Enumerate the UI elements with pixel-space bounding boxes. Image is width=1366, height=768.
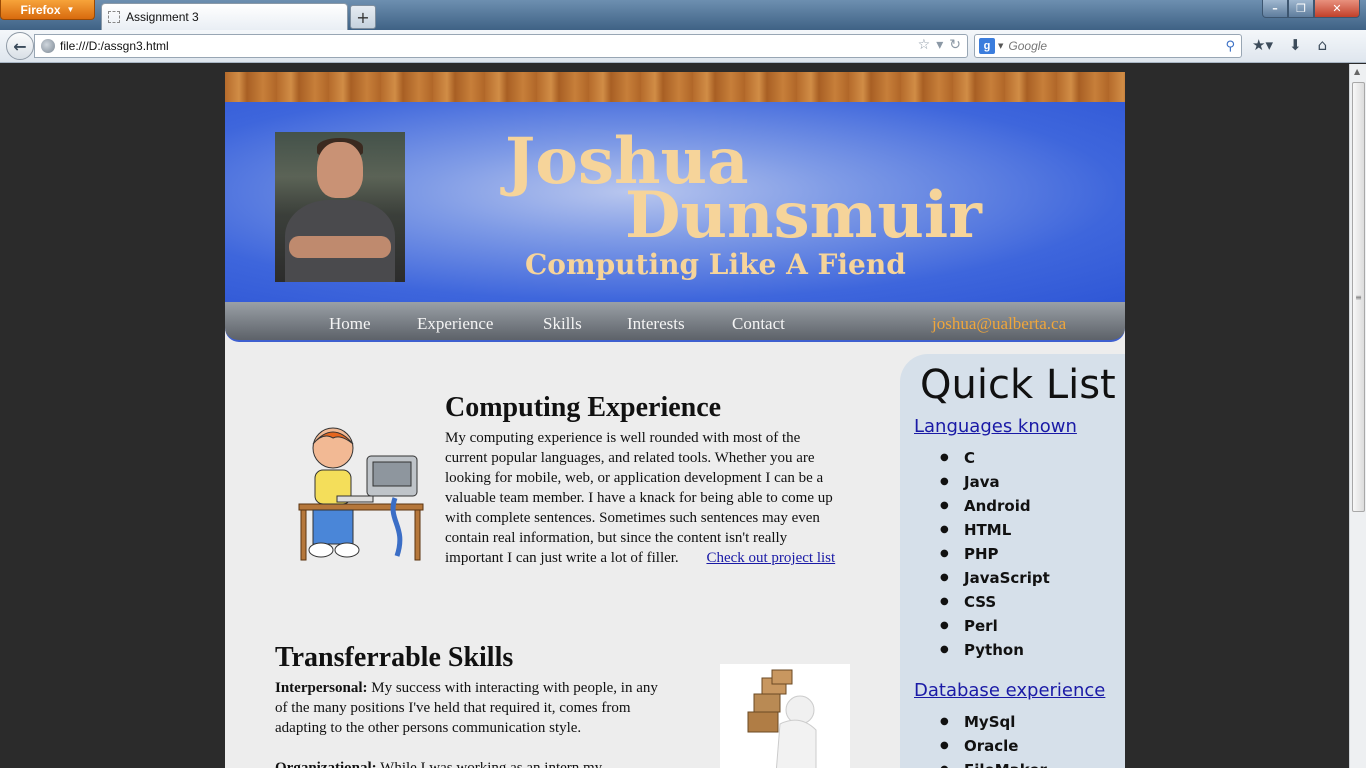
organizational-label: Organizational: [275,760,377,768]
list-item: C [940,446,1050,470]
list-item: JavaScript [940,566,1050,590]
new-tab-button[interactable]: + [350,5,376,29]
reload-icon[interactable]: ↻ [949,37,961,53]
carrying-boxes-illustration [720,664,850,768]
search-bar[interactable]: g ▼ Google ⚲ [974,34,1242,58]
search-placeholder: Google [1008,39,1048,53]
scrollbar-thumb[interactable]: ≡ [1352,82,1365,512]
list-item: CSS [940,590,1050,614]
minimize-icon[interactable]: – [1262,0,1288,18]
navigation-toolbar: ← file:///D:/assgn3.html ☆ ▾ ↻ g ▼ Googl… [0,30,1366,63]
maximize-icon[interactable]: ❐ [1288,0,1314,18]
tagline: Computing Like A Fiend [525,248,906,281]
list-item: FileMaker [940,758,1047,768]
title-bar: Firefox ▼ Assignment 3 + – ❐ ✕ [0,0,1366,30]
page-container: Joshua Dunsmuir Computing Like A Fiend H… [225,72,1125,768]
last-name: Dunsmuir [625,178,982,253]
menu-home[interactable]: Home [329,314,371,334]
menu-interests[interactable]: Interests [627,314,685,334]
wood-strip [225,72,1125,102]
address-bar[interactable]: file:///D:/assgn3.html ☆ ▾ ↻ [34,34,968,58]
globe-icon [41,39,55,53]
menu-experience[interactable]: Experience [417,314,493,334]
firefox-menu-label: Firefox [20,2,61,17]
back-button[interactable]: ← [6,32,34,60]
vertical-scrollbar[interactable]: ▲ ≡ [1349,64,1366,768]
site-menu: Home Experience Skills Interests Contact… [225,302,1125,342]
organizational-paragraph: Organizational: While I was working as a… [275,758,665,768]
experience-paragraph: My computing experience is well rounded … [445,428,845,568]
list-item: Python [940,638,1050,662]
list-item: Perl [940,614,1050,638]
page-icon [108,11,120,23]
email-link[interactable]: joshua@ualberta.ca [932,314,1066,334]
languages-link[interactable]: Languages known [914,416,1077,437]
home-icon[interactable]: ⌂ [1318,36,1328,54]
interpersonal-label: Interpersonal: [275,680,368,696]
list-item: Oracle [940,734,1047,758]
window-controls: – ❐ ✕ [1262,0,1360,18]
quick-list-title: Quick List [920,362,1116,408]
list-item: HTML [940,518,1050,542]
list-item: Android [940,494,1050,518]
url-text: file:///D:/assgn3.html [60,39,169,53]
project-list-link[interactable]: Check out project list [706,550,835,566]
close-icon[interactable]: ✕ [1314,0,1360,18]
experience-text: My computing experience is well rounded … [445,430,833,566]
profile-photo [275,132,405,282]
tab-title: Assignment 3 [126,10,199,24]
engine-dropdown-icon[interactable]: ▼ [998,42,1003,50]
list-item: MySql [940,710,1047,734]
quick-list-sidebar: Quick List Languages known C Java Androi… [900,354,1125,768]
search-icon[interactable]: ⚲ [1225,39,1235,54]
organizational-text: While I was working as an intern my [380,760,603,768]
browser-tab[interactable]: Assignment 3 [101,3,348,30]
firefox-menu-button[interactable]: Firefox ▼ [0,0,95,20]
kid-computer-illustration [298,427,424,561]
page-viewport: Joshua Dunsmuir Computing Like A Fiend H… [0,64,1349,768]
interpersonal-paragraph: Interpersonal: My success with interacti… [275,678,665,738]
database-list: MySql Oracle FileMaker [940,710,1047,768]
bookmark-star-icon[interactable]: ☆ [918,37,931,53]
google-icon[interactable]: g [979,38,995,54]
skills-heading: Transferrable Skills [275,642,514,673]
header-banner: Joshua Dunsmuir Computing Like A Fiend [225,102,1125,302]
list-item: Java [940,470,1050,494]
dropdown-caret-icon: ▼ [66,5,75,14]
menu-skills[interactable]: Skills [543,314,582,334]
bookmarks-icon[interactable]: ★▾ [1252,36,1273,54]
database-link[interactable]: Database experience [914,680,1105,701]
list-item: PHP [940,542,1050,566]
languages-list: C Java Android HTML PHP JavaScript CSS P… [940,446,1050,662]
downloads-icon[interactable]: ⬇ [1289,36,1302,54]
menu-contact[interactable]: Contact [732,314,785,334]
scroll-up-icon[interactable]: ▲ [1354,67,1360,76]
experience-heading: Computing Experience [445,392,722,423]
history-dropdown-icon[interactable]: ▾ [936,37,943,53]
